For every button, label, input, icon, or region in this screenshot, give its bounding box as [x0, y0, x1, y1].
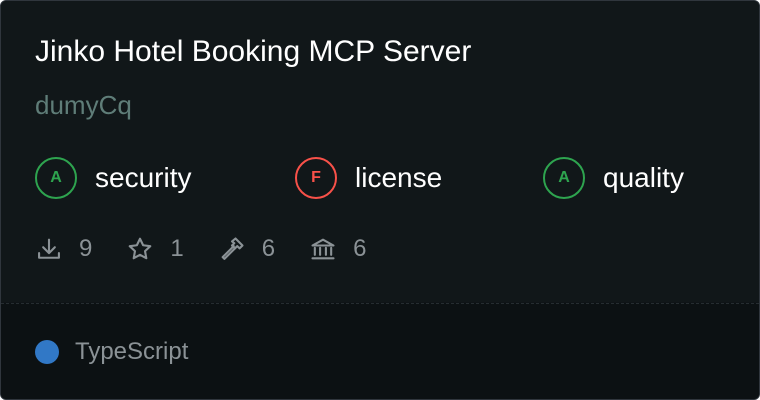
quality-grade-label: quality: [603, 162, 684, 193]
server-owner[interactable]: dumyCq: [35, 90, 132, 121]
security-grade: A security: [35, 155, 191, 201]
stars-stat: 1: [126, 235, 184, 263]
license-grade-label: license: [355, 162, 443, 193]
language-tag: TypeScript: [35, 338, 188, 366]
bank-icon: [309, 235, 353, 263]
tools-count: 6: [261, 235, 276, 262]
download-icon: [35, 235, 79, 263]
license-grade: F license: [295, 155, 442, 201]
star-icon: [126, 235, 170, 263]
security-grade-label: security: [95, 162, 192, 193]
server-card[interactable]: Jinko Hotel Booking MCP Server dumyCq A …: [0, 0, 760, 400]
security-grade-badge: A: [35, 157, 77, 199]
language-color-dot: [35, 340, 59, 364]
downloads-count: 9: [79, 235, 93, 262]
quality-grade: A quality: [543, 155, 684, 201]
card-header: Jinko Hotel Booking MCP Server dumyCq A …: [1, 1, 759, 302]
server-title[interactable]: Jinko Hotel Booking MCP Server: [35, 35, 471, 69]
hammer-icon: [218, 235, 262, 263]
tools-stat: 6: [218, 235, 275, 263]
stats-row: 9 1 6 6: [35, 233, 400, 265]
downloads-stat: 9: [35, 235, 92, 263]
license-grade-badge: F: [295, 157, 337, 199]
language-name: TypeScript: [75, 338, 189, 365]
quality-grade-badge: A: [543, 157, 585, 199]
institutions-count: 6: [353, 235, 367, 262]
institutions-stat: 6: [309, 235, 366, 263]
stars-count: 1: [170, 235, 184, 262]
